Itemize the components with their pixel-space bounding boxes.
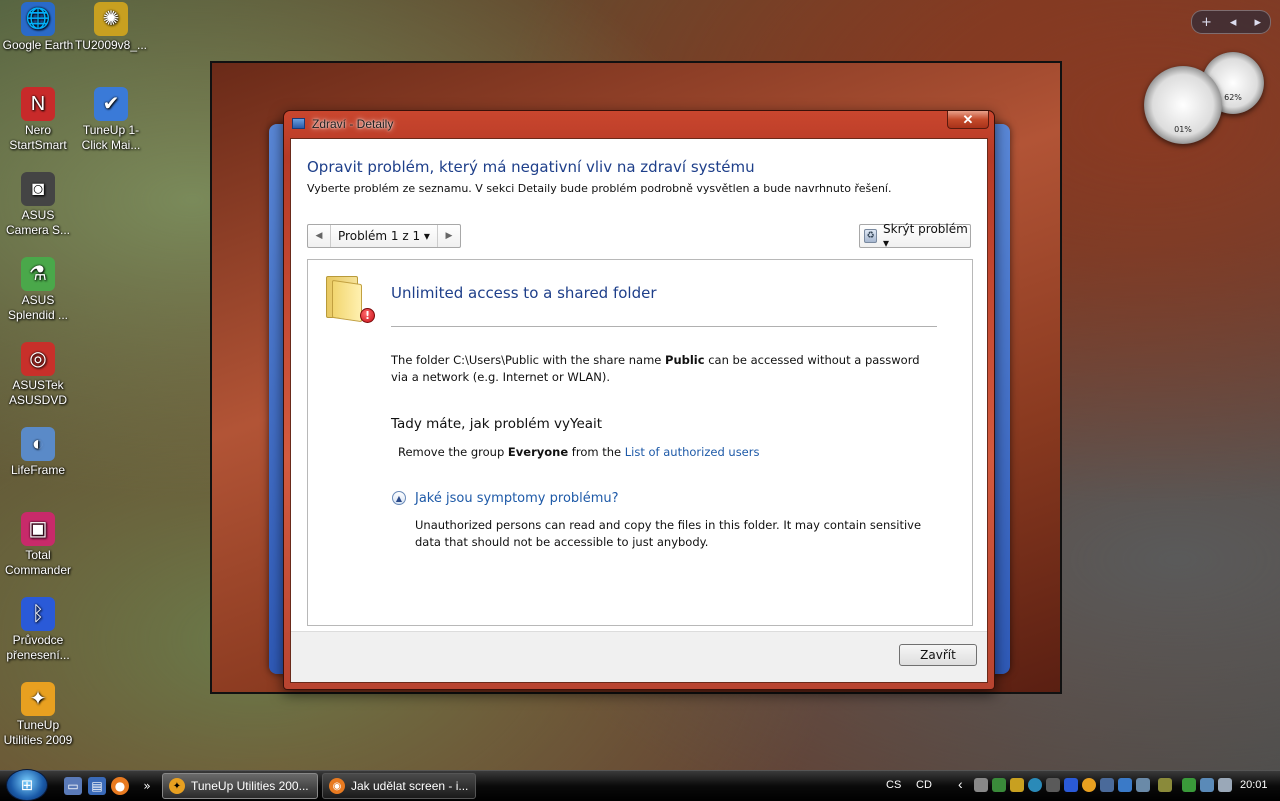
globe-tray-icon[interactable] bbox=[1028, 778, 1042, 792]
taskbar: ⊞ ▭ ▤ ● » ✦ TuneUp Utilities 200... ◉ Ja… bbox=[0, 769, 1280, 801]
desktop-icon-label: ASUS Camera S... bbox=[5, 208, 71, 237]
problem-description: The folder C:\Users\Public with the shar… bbox=[391, 353, 920, 384]
problem-details-panel: ! Unlimited access to a shared folder Th… bbox=[307, 259, 973, 626]
symptoms-text: Unauthorized persons can read and copy t… bbox=[415, 518, 922, 549]
tuneup-1click-icon: ✔ bbox=[94, 87, 128, 121]
desktop-icon-label: Nero StartSmart bbox=[9, 123, 67, 152]
dialog-subheading: Vyberte problém ze seznamu. V sekci Deta… bbox=[307, 182, 892, 195]
next-problem-button[interactable]: ▶ bbox=[438, 225, 460, 247]
memory-gauge-label: 62% bbox=[1224, 93, 1242, 102]
desktop-icon[interactable]: ▣ Total Commander bbox=[0, 512, 76, 578]
lifeframe-icon: ◐ bbox=[21, 427, 55, 461]
desktop-icon[interactable]: ⚗ ASUS Splendid ... bbox=[0, 257, 76, 323]
update-tray-icon[interactable] bbox=[1010, 778, 1024, 792]
floppy-icon: ▣ bbox=[21, 512, 55, 546]
nero-icon: N bbox=[21, 87, 55, 121]
taskbar-button-firefox[interactable]: ◉ Jak udělat screen - i... bbox=[322, 773, 476, 799]
dvd-icon: ◎ bbox=[21, 342, 55, 376]
recycle-icon: ♻ bbox=[864, 229, 878, 243]
collapse-chevron-icon[interactable]: ▲ bbox=[392, 491, 406, 505]
network-status-icon[interactable] bbox=[1200, 778, 1214, 792]
shared-folder-icon bbox=[324, 274, 362, 323]
camera-icon: ◙ bbox=[21, 172, 55, 206]
problem-navigator: ◀ Problém 1 z 1 ▾ ▶ bbox=[307, 224, 461, 248]
desktop-icon[interactable]: ◐ LifeFrame bbox=[0, 427, 76, 478]
splendid-icon: ⚗ bbox=[21, 257, 55, 291]
desktop-icon-label: ASUSTek ASUSDVD bbox=[8, 378, 67, 407]
bluetooth-icon: ᛒ bbox=[21, 597, 55, 631]
symptoms-toggle-link[interactable]: Jaké jsou symptomy problému? bbox=[415, 491, 619, 506]
desktop-icon[interactable]: ✔ TuneUp 1-Click Mai... bbox=[73, 87, 149, 153]
cpu-gauge-label: 01% bbox=[1174, 125, 1192, 134]
desktop-icon[interactable]: ◙ ASUS Camera S... bbox=[0, 172, 76, 238]
tuneup-utilities-icon: ✦ bbox=[21, 682, 55, 716]
desktop-icon[interactable]: ᛒ Průvodce přenesení... bbox=[0, 597, 76, 663]
desktop-icon-label: Total Commander bbox=[4, 548, 72, 577]
show-hidden-icons-button[interactable]: ‹ bbox=[958, 776, 963, 792]
error-icon: ! bbox=[360, 308, 375, 323]
tuneup-icon: ✺ bbox=[94, 2, 128, 36]
tpm-icon[interactable] bbox=[974, 778, 988, 792]
cpu-gauge[interactable]: 01% bbox=[1144, 66, 1222, 144]
switch-windows-icon[interactable]: ▭ bbox=[64, 777, 82, 795]
desktop-icon-label: TuneUp Utilities 2009 bbox=[3, 718, 73, 747]
dialog-client: Opravit problém, který má negativní vliv… bbox=[290, 138, 988, 683]
desktop-icon[interactable]: ✺ TU2009v8_... bbox=[73, 2, 149, 53]
gadget-prev-button[interactable]: ◂ bbox=[1230, 15, 1237, 30]
start-button[interactable]: ⊞ bbox=[6, 769, 48, 801]
shield-tray-icon[interactable] bbox=[1046, 778, 1060, 792]
taskbar-button-label: TuneUp Utilities 200... bbox=[191, 779, 309, 793]
fix-instructions: Remove the group Everyone from the List … bbox=[398, 445, 760, 459]
gadget-toolbar[interactable]: + ◂ ▸ bbox=[1191, 10, 1271, 34]
language-indicator[interactable]: CS bbox=[886, 779, 901, 791]
hide-problem-label: Skrýt problém ▾ bbox=[883, 222, 968, 250]
fix-heading: Tady máte, jak problém vyYeait bbox=[391, 416, 603, 432]
desktop-icon-label: TuneUp 1-Click Mai... bbox=[81, 123, 141, 152]
health-details-dialog: Zdraví - Detaily ✕ Opravit problém, kter… bbox=[283, 110, 995, 690]
dialog-heading: Opravit problém, který má negativní vliv… bbox=[307, 158, 755, 176]
globe-icon: 🌐 bbox=[21, 2, 55, 36]
desktop-icon-label: Průvodce přenesení... bbox=[6, 633, 70, 662]
cd-indicator[interactable]: CD bbox=[916, 779, 932, 791]
problem-title: Unlimited access to a shared folder bbox=[391, 284, 657, 302]
taskbar-button-label: Jak udělat screen - i... bbox=[351, 779, 469, 793]
show-desktop-icon[interactable]: ▤ bbox=[88, 777, 106, 795]
authorized-users-link[interactable]: List of authorized users bbox=[625, 445, 760, 459]
monitor-tray-icon[interactable] bbox=[1118, 778, 1132, 792]
quicklaunch-more-button[interactable]: » bbox=[140, 777, 154, 795]
display-tray-icon[interactable] bbox=[1100, 778, 1114, 792]
power-tray-icon[interactable] bbox=[1158, 778, 1172, 792]
desktop-icon[interactable]: ◎ ASUSTek ASUSDVD bbox=[0, 342, 76, 408]
tuneup-icon: ✦ bbox=[169, 778, 185, 794]
desktop-icon-label: Google Earth bbox=[2, 38, 74, 52]
network-tray-icon[interactable] bbox=[992, 778, 1006, 792]
desktop-icon[interactable]: N Nero StartSmart bbox=[0, 87, 76, 153]
bluetooth-tray-icon[interactable] bbox=[1064, 778, 1078, 792]
volume-tray-icon[interactable] bbox=[1218, 778, 1232, 792]
wireless-tray-icon[interactable] bbox=[1136, 778, 1150, 792]
window-icon bbox=[292, 118, 305, 129]
divider bbox=[391, 326, 937, 327]
desktop-icon-label: TU2009v8_... bbox=[74, 38, 148, 52]
firefox-icon: ◉ bbox=[329, 778, 345, 794]
firefox-quicklaunch-icon[interactable]: ● bbox=[111, 777, 129, 795]
prev-problem-button[interactable]: ◀ bbox=[308, 225, 330, 247]
close-button[interactable]: Zavřít bbox=[899, 644, 977, 666]
desktop-icon-label: LifeFrame bbox=[10, 463, 66, 477]
gadget-next-button[interactable]: ▸ bbox=[1254, 15, 1261, 30]
dialog-title: Zdraví - Detaily bbox=[312, 117, 394, 131]
desktop-icon-label: ASUS Splendid ... bbox=[7, 293, 69, 322]
hide-problem-button[interactable]: ♻ Skrýt problém ▾ bbox=[859, 222, 971, 250]
battery-tray-icon[interactable] bbox=[1182, 778, 1196, 792]
clock[interactable]: 20:01 bbox=[1240, 779, 1268, 791]
dialog-footer: Zavřít bbox=[291, 631, 987, 682]
desktop-icon[interactable]: 🌐 Google Earth bbox=[0, 2, 76, 53]
gadget-add-button[interactable]: + bbox=[1201, 15, 1212, 30]
dialog-titlebar[interactable]: Zdraví - Detaily ✕ bbox=[284, 111, 994, 137]
tuneup-tray-icon[interactable] bbox=[1082, 778, 1096, 792]
desktop-icon[interactable]: ✦ TuneUp Utilities 2009 bbox=[0, 682, 76, 748]
taskbar-button-tuneup[interactable]: ✦ TuneUp Utilities 200... bbox=[162, 773, 318, 799]
problem-counter-dropdown[interactable]: Problém 1 z 1 ▾ bbox=[331, 229, 437, 243]
close-window-button[interactable]: ✕ bbox=[947, 111, 989, 129]
